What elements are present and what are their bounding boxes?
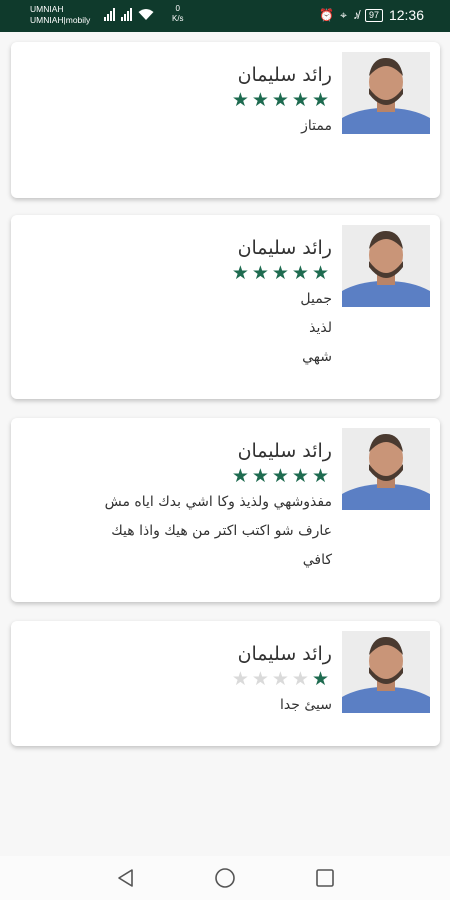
speed-unit: K/s (172, 14, 184, 23)
review-card: رائد سليمان ★★★★★ جميل لذيذ شهي (11, 215, 440, 399)
review-content: رائد سليمان ★★★★★ ممتاز (10, 62, 332, 141)
review-content: رائد سليمان ★★★★★ مفذوشهي ولذيذ وكا اشي … (10, 438, 332, 575)
star-empty-icon: ★★★★ (231, 668, 312, 690)
battery-icon: 97 (364, 8, 383, 22)
wifi-icon (138, 9, 154, 20)
reviewer-name: رائد سليمان (237, 440, 332, 462)
review-line: مفذوشهي ولذيذ وكا اشي بدك اياه مش (104, 494, 332, 510)
alarm-icon: ⏰ (319, 8, 335, 22)
clock: 12:36 (388, 7, 424, 23)
review-line: ممتاز (301, 118, 332, 134)
recents-icon[interactable] (313, 866, 337, 890)
location-icon: ⌖ (340, 8, 347, 22)
status-right: ⏰ ⌖ ♪̸ 97 12:36 (319, 7, 424, 23)
review-line: جميل (300, 291, 332, 307)
star-filled-icon: ★★★★★ (231, 89, 332, 111)
avatar (342, 428, 430, 510)
review-card: رائد سليمان ★★★★★ مفذوشهي ولذيذ وكا اشي … (11, 418, 440, 602)
star-filled-icon: ★★★★★ (231, 262, 332, 284)
review-text: جميل لذيذ شهي (10, 285, 332, 372)
carrier-line-1: UMNIAH (30, 4, 64, 14)
review-line: كافي (302, 552, 332, 568)
review-line: لذيذ (309, 320, 332, 336)
review-card: رائد سليمان ★★★★★ سيئ جدا (11, 621, 440, 746)
avatar (342, 52, 430, 134)
review-line: سيئ جدا (280, 697, 332, 713)
review-line: عارف شو اكتب اكتر من هيك واذا هيك (111, 523, 332, 539)
reviewer-name: رائد سليمان (237, 643, 332, 665)
signal-strength-icon (104, 8, 115, 21)
review-content: رائد سليمان ★★★★★ جميل لذيذ شهي (10, 235, 332, 372)
review-card: رائد سليمان ★★★★★ ممتاز (11, 42, 440, 198)
carrier-line-2: UMNIAH|mobily (30, 15, 91, 25)
review-text: سيئ جدا (10, 691, 332, 720)
network-speed: 0 K/s (172, 4, 184, 24)
star-filled-icon: ★ (311, 668, 332, 690)
reviewer-name: رائد سليمان (237, 64, 332, 86)
review-text: مفذوشهي ولذيذ وكا اشي بدك اياه مش عارف ش… (10, 488, 332, 575)
rating-stars: ★★★★★ (10, 90, 332, 110)
review-line: شهي (302, 349, 332, 365)
home-icon[interactable] (213, 866, 237, 890)
carrier-info: UMNIAH UMNIAH|mobily (30, 4, 90, 26)
rating-stars: ★★★★★ (10, 669, 332, 689)
navigation-bar (0, 856, 450, 900)
review-text: ممتاز (10, 112, 332, 141)
signal-icons (104, 8, 154, 21)
signal-strength-icon-2 (121, 8, 132, 21)
rating-stars: ★★★★★ (10, 263, 332, 283)
avatar (342, 631, 430, 713)
avatar (342, 225, 430, 307)
mute-icon: ♪̸ (352, 8, 359, 22)
back-icon[interactable] (114, 866, 138, 890)
star-filled-icon: ★★★★★ (231, 465, 332, 487)
speed-value: 0 (175, 4, 180, 13)
rating-stars: ★★★★★ (10, 466, 332, 486)
status-bar: UMNIAH UMNIAH|mobily 0 K/s ⏰ ⌖ ♪̸ 97 12:… (0, 0, 450, 32)
reviewer-name: رائد سليمان (237, 237, 332, 259)
review-content: رائد سليمان ★★★★★ سيئ جدا (10, 641, 332, 720)
